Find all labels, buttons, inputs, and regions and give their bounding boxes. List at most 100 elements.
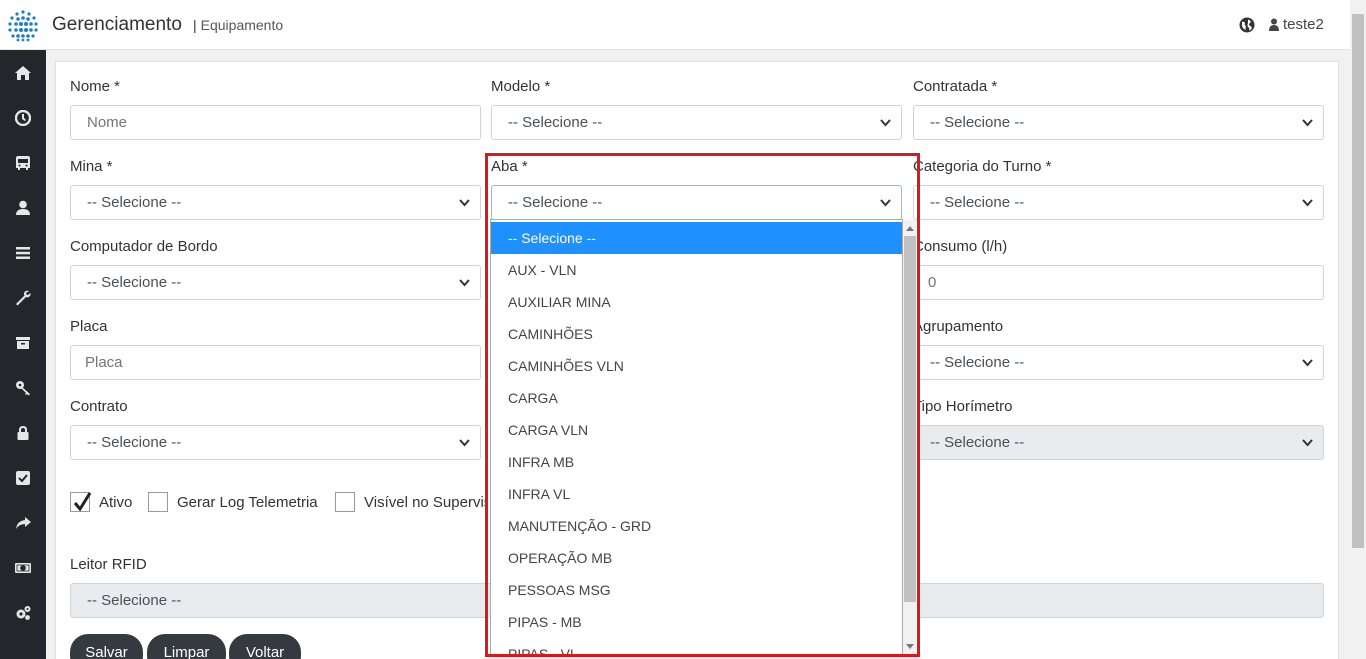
sidebar-item-money[interactable] xyxy=(0,553,46,583)
nome-input[interactable] xyxy=(70,105,481,140)
sidebar-item-menu[interactable] xyxy=(0,238,46,268)
dropdown-scrollbar[interactable] xyxy=(903,220,917,656)
sidebar-item-lock[interactable] xyxy=(0,418,46,448)
logo-icon[interactable] xyxy=(6,8,40,42)
sidebar-item-checklist[interactable] xyxy=(0,463,46,493)
user-icon xyxy=(1269,18,1279,31)
sidebar-item-share[interactable] xyxy=(0,508,46,538)
sidebar-item-settings[interactable] xyxy=(0,598,46,628)
mina-label: Mina * xyxy=(70,158,113,175)
scroll-down-arrow-icon[interactable] xyxy=(906,644,914,649)
dropdown-option[interactable]: PIPAS - MB xyxy=(491,606,902,638)
sidebar-item-tools[interactable] xyxy=(0,283,46,313)
dropdown-option[interactable]: MANUTENÇÃO - GRD xyxy=(491,510,902,542)
dropdown-option[interactable]: PIPAS - VL xyxy=(491,638,902,656)
placa-label: Placa xyxy=(70,318,108,335)
chevron-down-icon xyxy=(459,279,470,287)
dropdown-option[interactable]: PESSOAS MSG xyxy=(491,574,902,606)
consumo-label: Consumo (l/h) xyxy=(913,238,1008,255)
gerar-log-label: Gerar Log Telemetria xyxy=(177,493,318,511)
user-menu[interactable]: teste2 xyxy=(1269,16,1324,33)
page-subtitle: | Equipamento xyxy=(193,17,284,33)
placa-input[interactable] xyxy=(70,345,481,380)
dropdown-option[interactable]: OPERAÇÃO MB xyxy=(491,542,902,574)
checkmark-icon xyxy=(73,492,92,512)
globe-icon[interactable] xyxy=(1239,17,1255,33)
contrato-label: Contrato xyxy=(70,398,128,415)
aba-label: Aba * xyxy=(491,158,528,175)
home-icon xyxy=(15,66,31,80)
ativo-checkbox-row[interactable]: Ativo xyxy=(70,492,132,512)
sidebar-item-bus[interactable] xyxy=(0,148,46,178)
tipo-horimetro-select[interactable]: -- Selecione -- xyxy=(913,425,1324,460)
person-icon xyxy=(16,200,30,215)
agrupamento-label: Agrupamento xyxy=(913,318,1004,335)
cogs-icon xyxy=(16,606,31,620)
chevron-down-icon xyxy=(1302,439,1313,447)
modelo-label: Modelo * xyxy=(491,78,551,95)
sidebar-item-clock[interactable] xyxy=(0,103,46,133)
key-icon xyxy=(16,381,30,396)
ativo-checkbox[interactable] xyxy=(70,492,92,512)
dropdown-option[interactable]: CAMINHÕES xyxy=(491,318,902,350)
lock-icon xyxy=(17,426,29,440)
categoria-turno-select[interactable]: -- Selecione -- xyxy=(913,185,1324,220)
dropdown-option[interactable]: -- Selecione -- xyxy=(491,222,902,254)
chevron-down-icon xyxy=(459,439,470,447)
computador-bordo-select[interactable]: -- Selecione -- xyxy=(70,265,481,300)
categoria-turno-label: Categoria do Turno * xyxy=(913,158,1052,175)
menu-icon xyxy=(16,247,30,259)
dropdown-option[interactable]: CARGA VLN xyxy=(491,414,902,446)
wrench-icon xyxy=(16,290,31,306)
ativo-label: Ativo xyxy=(99,493,133,511)
dropdown-option[interactable]: CARGA xyxy=(491,382,902,414)
salvar-button[interactable]: Salvar xyxy=(70,634,143,659)
nome-label: Nome * xyxy=(70,78,121,95)
leitor-rfid-label: Leitor RFID xyxy=(70,556,147,573)
share-icon xyxy=(16,517,31,529)
top-bar: Gerenciamento | Equipamento teste2 xyxy=(0,0,1350,50)
visivel-supervisorio-checkbox-row[interactable]: Visível no Supervisório xyxy=(335,492,485,512)
contratada-label: Contratada * xyxy=(913,78,998,95)
gerar-log-checkbox-row[interactable]: Gerar Log Telemetria xyxy=(148,492,318,512)
sidebar xyxy=(0,50,46,659)
visivel-supervisorio-label: Visível no Supervisório xyxy=(364,493,485,511)
archive-icon xyxy=(16,337,30,349)
consumo-input[interactable] xyxy=(913,265,1324,300)
check-square-icon xyxy=(16,471,30,485)
tipo-horimetro-label: Tipo Horímetro xyxy=(913,398,1013,415)
agrupamento-select[interactable]: -- Selecione -- xyxy=(913,345,1324,380)
dropdown-option[interactable]: INFRA VL xyxy=(491,478,902,510)
sidebar-item-key[interactable] xyxy=(0,373,46,403)
clock-icon xyxy=(15,110,31,126)
dropdown-option[interactable]: INFRA MB xyxy=(491,446,902,478)
modelo-select[interactable]: -- Selecione -- xyxy=(491,105,902,140)
contrato-select[interactable]: -- Selecione -- xyxy=(70,425,481,460)
chevron-down-icon xyxy=(1302,359,1313,367)
sidebar-item-user[interactable] xyxy=(0,193,46,223)
dropdown-option[interactable]: CAMINHÕES VLN xyxy=(491,350,902,382)
contratada-select[interactable]: -- Selecione -- xyxy=(913,105,1324,140)
page-scrollbar-thumb[interactable] xyxy=(1352,14,1364,548)
aba-select[interactable]: -- Selecione -- xyxy=(491,185,902,220)
dropdown-scrollbar-thumb[interactable] xyxy=(904,236,916,602)
user-name: teste2 xyxy=(1283,16,1324,33)
visivel-supervisorio-checkbox[interactable] xyxy=(335,492,355,512)
chevron-down-icon xyxy=(459,199,470,207)
chevron-down-icon xyxy=(1302,199,1313,207)
dropdown-option[interactable]: AUXILIAR MINA xyxy=(491,286,902,318)
gerar-log-checkbox[interactable] xyxy=(148,492,168,512)
aba-dropdown-list[interactable]: -- Selecione -- AUX - VLN AUXILIAR MINA … xyxy=(490,219,903,657)
computador-bordo-label: Computador de Bordo xyxy=(70,238,218,255)
chevron-down-icon xyxy=(880,199,891,207)
dropdown-option[interactable]: AUX - VLN xyxy=(491,254,902,286)
bus-icon xyxy=(16,156,30,170)
sidebar-item-home[interactable] xyxy=(0,58,46,88)
voltar-button[interactable]: Voltar xyxy=(229,634,301,659)
limpar-button[interactable]: Limpar xyxy=(147,634,226,659)
sidebar-item-archive[interactable] xyxy=(0,328,46,358)
mina-select[interactable]: -- Selecione -- xyxy=(70,185,481,220)
scroll-up-arrow-icon[interactable] xyxy=(906,226,914,231)
page-scrollbar[interactable] xyxy=(1350,0,1366,659)
chevron-down-icon xyxy=(880,119,891,127)
